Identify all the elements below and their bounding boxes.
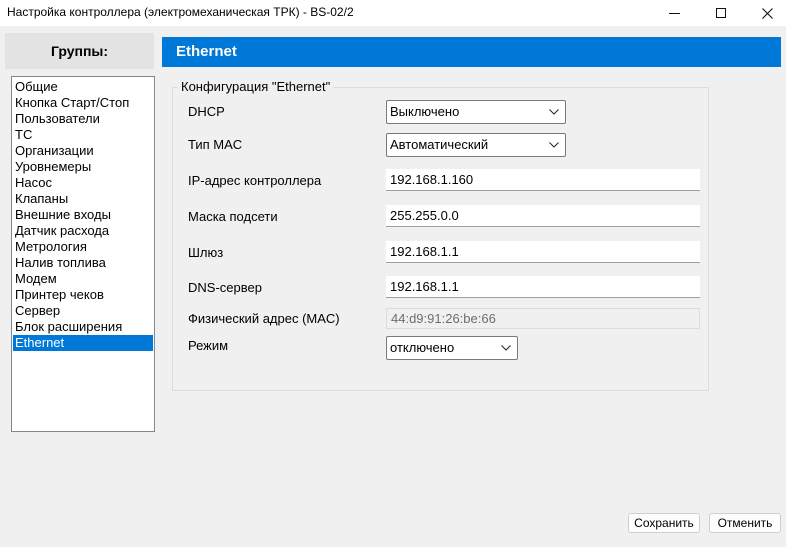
group-item-users[interactable]: Пользователи [13,111,153,127]
mode-value: отключено [390,340,455,355]
ip-label: IP-адрес контроллера [188,173,322,188]
group-item-expansion-unit[interactable]: Блок расширения [13,319,153,335]
mac-type-value: Автоматический [390,137,489,152]
group-item-general[interactable]: Общие [13,79,153,95]
mode-label: Режим [188,338,229,353]
group-item-ts[interactable]: ТС [13,127,153,143]
subnet-mask-input[interactable]: 255.255.0.0 [386,205,700,227]
group-item-level-gauges[interactable]: Уровнемеры [13,159,153,175]
group-item-external-inputs[interactable]: Внешние входы [13,207,153,223]
ip-input[interactable]: 192.168.1.160 [386,169,700,191]
group-item-valves[interactable]: Клапаны [13,191,153,207]
dns-input[interactable]: 192.168.1.1 [386,276,700,298]
group-item-fuel-dispensing[interactable]: Налив топлива [13,255,153,271]
chevron-down-icon [547,134,561,156]
close-button[interactable] [744,0,786,26]
dhcp-label: DHCP [188,104,225,119]
group-item-start-stop[interactable]: Кнопка Старт/Стоп [13,95,153,111]
minimize-icon [668,12,680,14]
group-item-metrology[interactable]: Метрология [13,239,153,255]
maximize-button[interactable] [698,0,744,26]
settings-window: Настройка контроллера (электромеханическ… [0,0,786,547]
cancel-button[interactable]: Отменить [709,513,781,533]
section-title: Ethernet [162,37,781,67]
group-item-ethernet[interactable]: Ethernet [13,335,153,351]
subnet-mask-label: Маска подсети [188,209,278,224]
save-button[interactable]: Сохранить [628,513,700,533]
title-bar: Настройка контроллера (электромеханическ… [0,0,786,26]
mac-address-field: 44:d9:91:26:be:66 [386,308,700,329]
groupbox-label: Конфигурация "Ethernet" [178,79,334,94]
group-item-server[interactable]: Сервер [13,303,153,319]
maximize-icon [716,8,726,18]
group-item-flow-sensor[interactable]: Датчик расхода [13,223,153,239]
gateway-input[interactable]: 192.168.1.1 [386,241,700,263]
mac-type-select[interactable]: Автоматический [386,133,566,157]
dns-label: DNS-сервер [188,280,262,295]
group-item-modem[interactable]: Модем [13,271,153,287]
chevron-down-icon [547,101,561,123]
window-title: Настройка контроллера (электромеханическ… [7,5,354,19]
groups-header: Группы: [5,33,154,69]
close-icon [761,7,773,19]
minimize-button[interactable] [651,0,697,26]
gateway-label: Шлюз [188,245,224,260]
chevron-down-icon [499,337,513,359]
group-item-pump[interactable]: Насос [13,175,153,191]
mac-type-label: Тип MAC [188,137,243,152]
group-item-organizations[interactable]: Организации [13,143,153,159]
group-list[interactable]: Общие Кнопка Старт/Стоп Пользователи ТС … [11,76,155,432]
group-item-receipt-printer[interactable]: Принтер чеков [13,287,153,303]
mode-select[interactable]: отключено [386,336,518,360]
mac-address-label: Физический адрес (MAC) [188,311,340,326]
dhcp-value: Выключено [390,104,460,119]
dhcp-select[interactable]: Выключено [386,100,566,124]
